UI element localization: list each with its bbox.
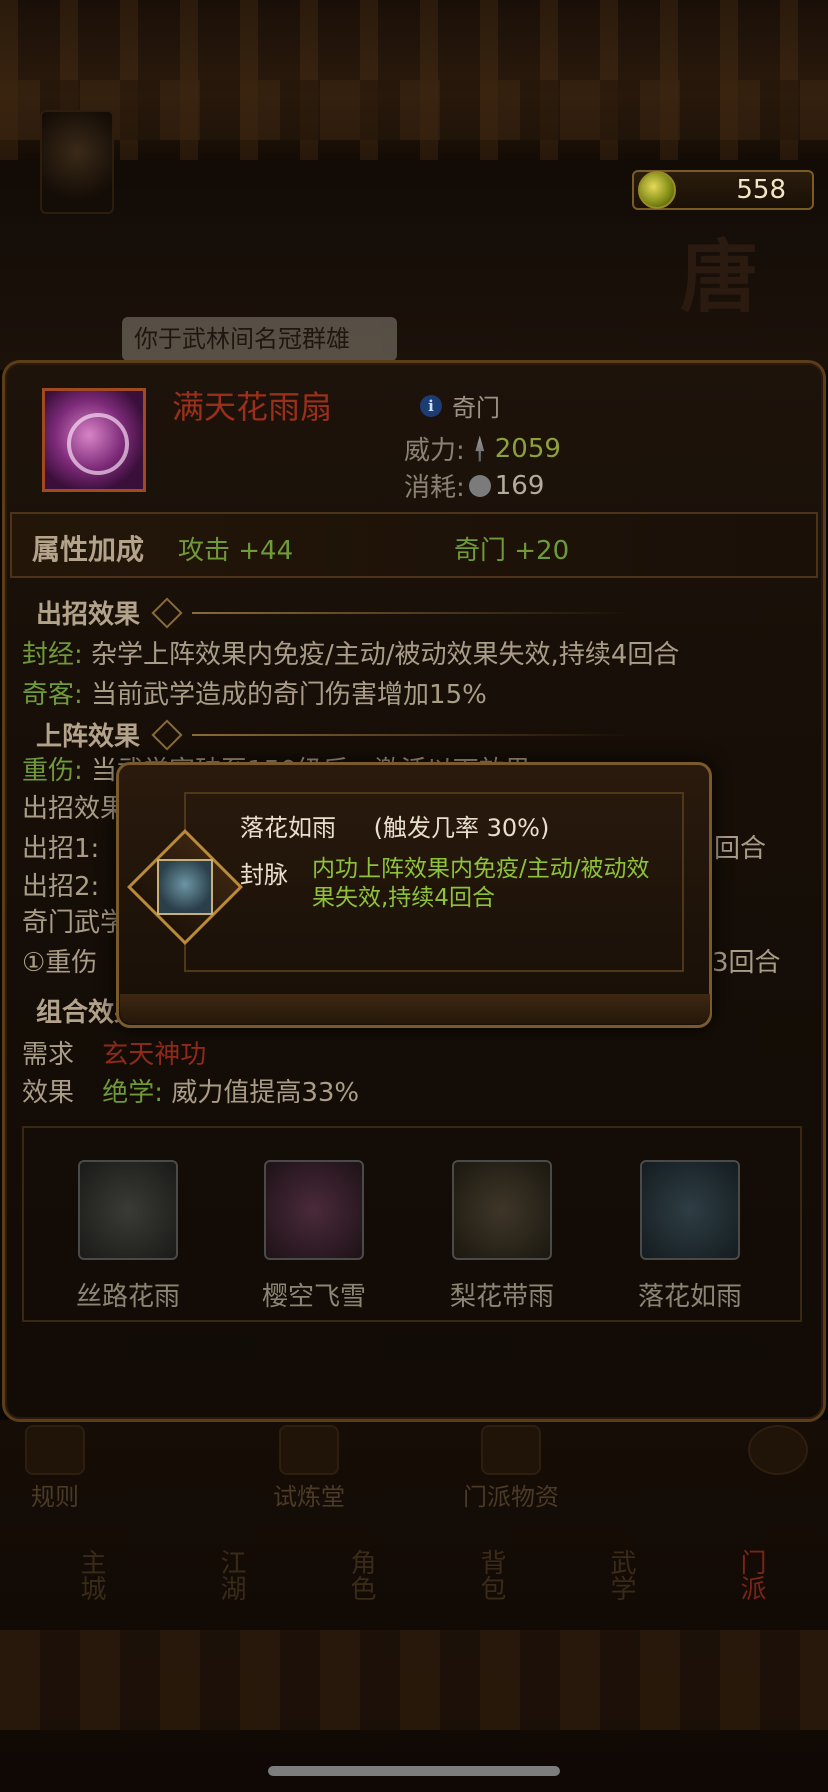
deploy-text: 奇门武学 xyxy=(22,908,127,938)
function-row: 规则 试炼堂 门派物资 xyxy=(0,1425,828,1515)
info-icon: i xyxy=(420,394,442,417)
nav-jianghu[interactable]: 江湖 xyxy=(140,1520,250,1630)
section-divider xyxy=(192,733,633,736)
rules-button[interactable]: 规则 xyxy=(0,1425,110,1515)
nav-character[interactable]: 角色 xyxy=(270,1520,380,1630)
effect-text: 当前武学造成的奇门伤害增加15% xyxy=(91,680,487,710)
chat-button[interactable] xyxy=(738,1425,818,1515)
item-name: 满天花雨扇 xyxy=(172,388,333,426)
deploy-text: 出招1: xyxy=(22,834,100,864)
item-type-label: 奇门 xyxy=(452,394,500,422)
cost-label: 消耗: xyxy=(404,473,465,503)
combo-eff-text: 威力值提高33% xyxy=(171,1078,360,1108)
diamond-ornament-icon xyxy=(151,718,183,751)
power-value: 2059 xyxy=(494,433,561,464)
deploy-text: ①重伤 xyxy=(22,948,98,978)
item-type[interactable]: i 奇门 xyxy=(420,388,500,423)
bottom-frieze xyxy=(0,1630,828,1730)
deploy-row: 出招2: xyxy=(22,866,99,903)
skill-figure-icon xyxy=(157,859,213,915)
combo-eff-label: 效果 xyxy=(22,1078,75,1108)
nav-main-city[interactable]: 主城 xyxy=(0,1520,110,1630)
scene-calligraphy: 唐 xyxy=(680,232,759,323)
deploy-text: 3回合 xyxy=(712,948,781,978)
effect-text: 杂学上阵效果内免疫/主动/被动效果失效,持续4回合 xyxy=(91,640,680,670)
skill-thumb xyxy=(78,1160,178,1260)
deploy-row: ①重伤 xyxy=(22,942,97,979)
trial-hall-label: 试炼堂 xyxy=(273,1483,345,1511)
skill-name: 丝路花雨 xyxy=(75,1282,180,1312)
nav-martial-arts[interactable]: 武学 xyxy=(530,1520,640,1630)
combo-eff-key: 绝学: xyxy=(102,1078,164,1108)
popup-effect-desc: 内功上阵效果内免疫/主动/被动效果失效,持续4回合 xyxy=(312,856,650,911)
trial-hall-button[interactable]: 试炼堂 xyxy=(254,1425,364,1515)
deploy-key: 重伤: xyxy=(22,756,83,786)
deploy-text: 出招2: xyxy=(22,872,100,902)
effect-row: 奇客: 当前武学造成的奇门伤害增加15% xyxy=(22,674,487,711)
skill-name: 落花如雨 xyxy=(637,1282,742,1312)
combo-requirement-row: 需求 玄天神功 xyxy=(22,1034,206,1071)
skill-name: 梨花带雨 xyxy=(449,1282,554,1312)
deploy-row: 奇门武学 xyxy=(22,902,126,939)
fan-item-icon xyxy=(42,388,146,492)
effect-row: 封经: 杂学上阵效果内免疫/主动/被动效果失效,持续4回合 xyxy=(22,634,679,671)
attribute-qimen: 奇门 +20 xyxy=(454,536,570,566)
popup-title: 落花如雨 (触发几率 30%) xyxy=(240,808,549,843)
skill-item[interactable]: 樱空飞雪 xyxy=(234,1160,394,1313)
supplies-icon xyxy=(481,1425,541,1475)
section-divider xyxy=(192,611,633,614)
sect-supplies-label: 门派物资 xyxy=(463,1483,559,1511)
skill-thumb xyxy=(264,1160,364,1260)
popup-effect-key: 封脉 xyxy=(240,861,288,889)
chat-bubble-icon xyxy=(748,1425,808,1475)
nav-bag[interactable]: 背包 xyxy=(400,1520,510,1630)
currency-display[interactable]: 558 xyxy=(632,170,814,210)
scroll-icon xyxy=(25,1425,85,1475)
section-deploy-effects: 上阵效果 xyxy=(36,716,633,753)
deploy-row-tail: 回合 xyxy=(714,828,766,865)
diamond-ornament-icon xyxy=(151,596,183,629)
home-indicator xyxy=(268,1766,560,1776)
skill-name: 樱空飞雪 xyxy=(261,1282,366,1312)
power-label: 威力: xyxy=(404,436,465,466)
bottom-navigation: 主城 江湖 角色 背包 武学 门派 xyxy=(0,1520,828,1630)
section-attack-effects: 出招效果 xyxy=(36,594,633,631)
yin-yang-icon xyxy=(468,474,491,497)
attribute-title: 属性加成 xyxy=(32,533,145,566)
section-title-text: 上阵效果 xyxy=(36,722,141,752)
nav-sect[interactable]: 门派 xyxy=(660,1520,770,1630)
skill-item[interactable]: 丝路花雨 xyxy=(48,1160,208,1313)
deploy-text: 回合 xyxy=(714,834,767,864)
currency-value: 558 xyxy=(736,175,786,205)
skill-thumb xyxy=(452,1160,552,1260)
effect-key: 奇客: xyxy=(22,680,83,710)
sect-supplies-button[interactable]: 门派物资 xyxy=(456,1425,566,1515)
power-stat: 威力: 2059 xyxy=(404,430,561,467)
skill-item[interactable]: 落花如雨 xyxy=(610,1160,770,1313)
deploy-row-tail: 3回合 xyxy=(712,942,781,979)
popup-skill-badge xyxy=(127,829,243,945)
cost-stat: 消耗: 169 xyxy=(404,467,544,504)
cost-value: 169 xyxy=(494,470,545,501)
popup-skill-name: 落花如雨 xyxy=(240,814,336,842)
scene-banner-text: 你于武林间名冠群雄 xyxy=(122,317,397,361)
deploy-row: 出招1: xyxy=(22,828,99,865)
attribute-attack: 攻击 +44 xyxy=(178,536,294,566)
skill-item[interactable]: 梨花带雨 xyxy=(422,1160,582,1313)
rules-label: 规则 xyxy=(31,1483,79,1511)
popup-trigger-rate: (触发几率 30%) xyxy=(373,814,550,842)
combo-effect-row: 效果 绝学: 威力值提高33% xyxy=(22,1072,359,1109)
combo-req-label: 需求 xyxy=(22,1040,75,1070)
popup-bottom-rail xyxy=(120,994,710,1024)
top-frieze xyxy=(0,0,828,163)
section-title-text: 出招效果 xyxy=(36,600,141,630)
effect-key: 封经: xyxy=(22,640,83,670)
lantern-decoration xyxy=(40,110,114,214)
combo-req-value: 玄天神功 xyxy=(102,1040,207,1070)
coin-cluster-icon xyxy=(638,171,676,209)
building-icon xyxy=(279,1425,339,1475)
sword-icon xyxy=(475,435,485,462)
skill-thumb xyxy=(640,1160,740,1260)
